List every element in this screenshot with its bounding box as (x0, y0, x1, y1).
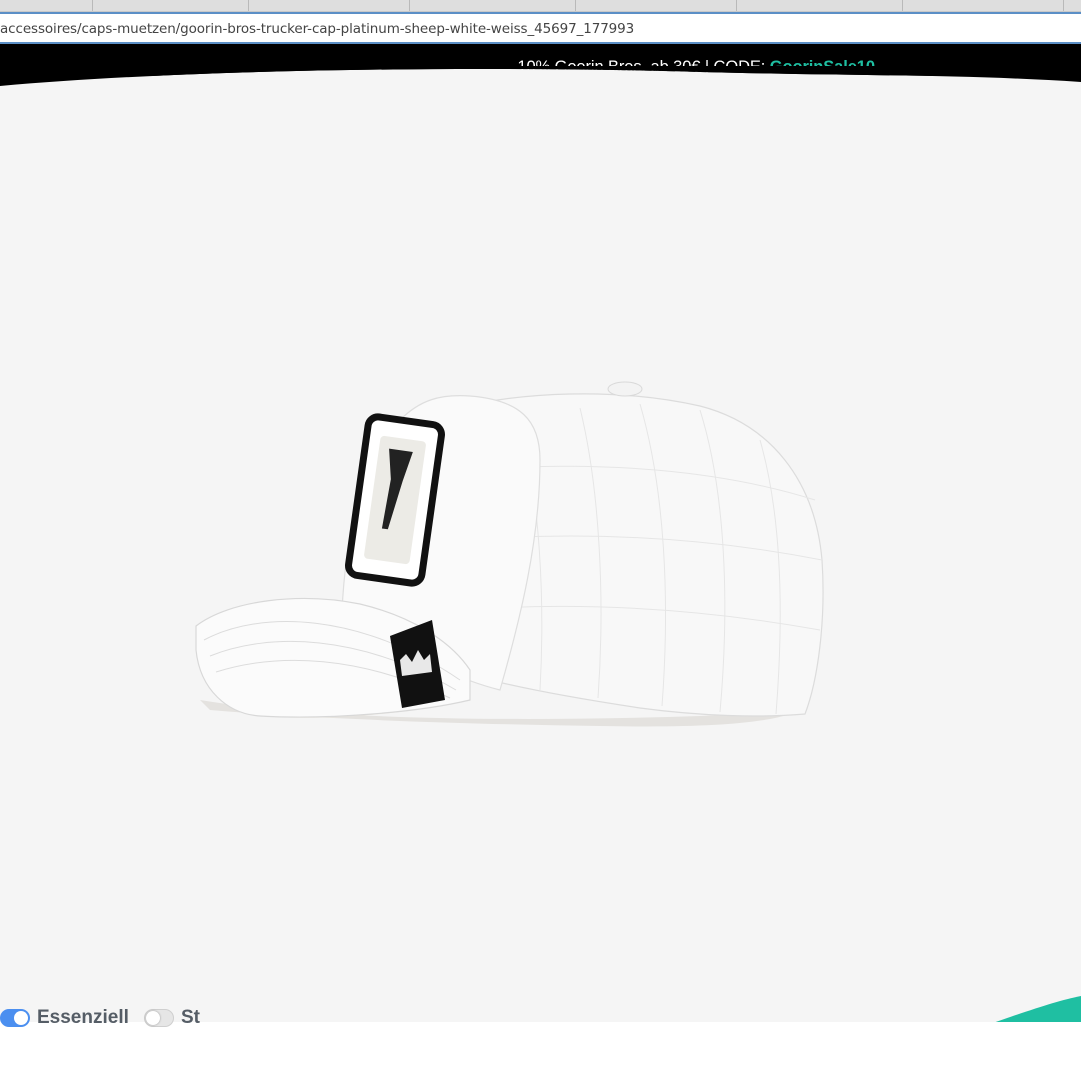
essential-cookies-label: Essenziell (37, 1007, 129, 1028)
second-cookies-toggle[interactable] (144, 1009, 174, 1027)
essential-cookies-toggle[interactable] (0, 1009, 30, 1027)
toggle-knob (146, 1011, 160, 1025)
cap-top-button (607, 381, 643, 397)
cookie-consent-bar: Essenziell St (0, 1003, 260, 1033)
product-image[interactable] (0, 0, 1081, 1080)
toggle-knob (14, 1011, 28, 1025)
second-cookies-label: St (181, 1007, 200, 1028)
